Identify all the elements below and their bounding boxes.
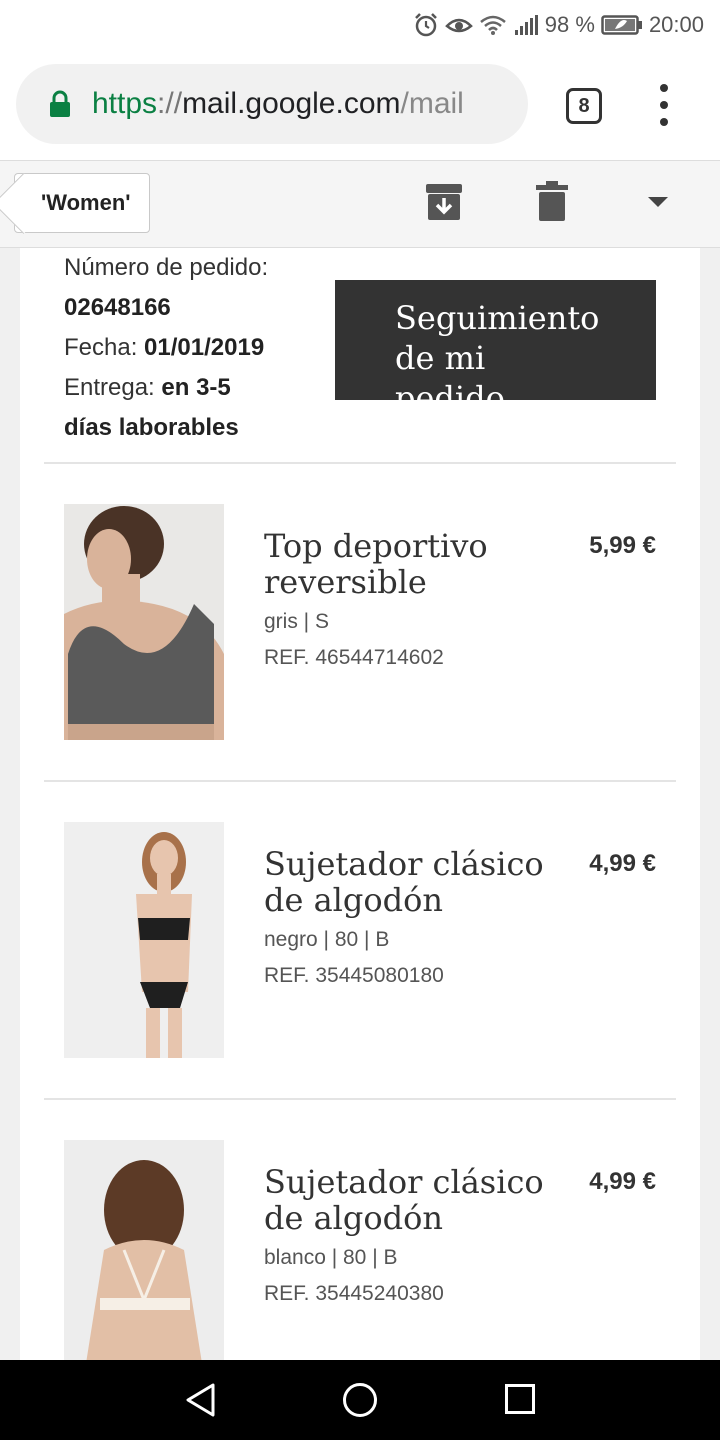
divider — [44, 780, 676, 782]
back-icon[interactable] — [185, 1383, 217, 1417]
eye-comfort-icon — [444, 18, 473, 33]
product-name[interactable]: Sujetador clásico de algodón — [264, 846, 564, 918]
url-host: mail.google.com — [182, 87, 401, 120]
order-number-label: Número de pedido: — [64, 254, 269, 281]
order-date-label: Fecha: — [64, 334, 138, 361]
browser-menu-button[interactable] — [650, 84, 678, 126]
url-scheme: https — [92, 87, 158, 120]
lock-icon — [50, 90, 70, 117]
product-name[interactable]: Top deportivo reversible — [264, 528, 564, 600]
divider — [44, 1098, 676, 1100]
url-path: /mail — [400, 87, 464, 120]
tab-count: 8 — [578, 94, 590, 117]
product-ref: REF. 35445240380 — [264, 1282, 444, 1305]
product-ref: REF. 46544714602 — [264, 646, 444, 669]
url-text: https://mail.google.com/mail — [92, 87, 464, 121]
recent-apps-icon[interactable] — [505, 1384, 535, 1414]
menu-dot-icon — [660, 101, 668, 109]
tab-switcher-button[interactable]: 8 — [566, 88, 602, 124]
product-name[interactable]: Sujetador clásico de algodón — [264, 1164, 564, 1236]
browser-toolbar: https://mail.google.com/mail 8 — [0, 50, 720, 160]
product-price: 5,99 € — [589, 532, 656, 559]
system-nav-bar — [0, 1360, 720, 1440]
product-variant: gris | S — [264, 610, 329, 633]
wifi-icon — [479, 15, 506, 35]
delivery-time: en 3-5 — [161, 374, 231, 401]
battery-percent: 98 % — [544, 12, 595, 37]
email-body: Número de pedido: 02648166 Fecha: 01/01/… — [0, 248, 720, 1360]
trash-icon[interactable] — [536, 181, 568, 221]
clock: 20:00 — [648, 12, 704, 37]
back-to-label-button[interactable]: 'Women' — [14, 173, 150, 233]
delivery-time-unit: días laborables — [64, 414, 239, 441]
dropdown-arrow-icon[interactable] — [648, 197, 668, 207]
product-item[interactable]: Sujetador clásico de algodón 4,99 € blan… — [64, 1140, 656, 1360]
status-bar: 98 % 20:00 — [0, 0, 720, 50]
archive-icon[interactable] — [425, 183, 463, 221]
product-image[interactable] — [64, 1140, 224, 1360]
product-image[interactable] — [64, 822, 224, 1058]
label-name: 'Women' — [41, 190, 131, 215]
email-card: Número de pedido: 02648166 Fecha: 01/01/… — [20, 248, 700, 1360]
product-variant: negro | 80 | B — [264, 928, 390, 951]
delivery-label: Entrega: — [64, 374, 155, 401]
order-date: 01/01/2019 — [144, 334, 265, 361]
product-price: 4,99 € — [589, 850, 656, 877]
product-variant: blanco | 80 | B — [264, 1246, 398, 1269]
battery-icon — [601, 15, 642, 35]
signal-icon — [514, 15, 538, 35]
order-info: Número de pedido: 02648166 Fecha: 01/01/… — [64, 248, 344, 448]
product-price: 4,99 € — [589, 1168, 656, 1195]
menu-dot-icon — [660, 118, 668, 126]
url-separator: :// — [157, 87, 183, 120]
product-item[interactable]: Top deportivo reversible 5,99 € gris | S… — [64, 504, 656, 744]
divider — [44, 462, 676, 464]
home-icon[interactable] — [343, 1383, 377, 1417]
product-ref: REF. 35445080180 — [264, 964, 444, 987]
mail-toolbar: 'Women' — [0, 160, 720, 248]
address-bar[interactable]: https://mail.google.com/mail — [16, 64, 528, 144]
track-order-button[interactable]: Seguimiento de mi pedido — [335, 280, 656, 417]
menu-dot-icon — [660, 84, 668, 92]
product-item[interactable]: Sujetador clásico de algodón 4,99 € negr… — [64, 822, 656, 1062]
order-number: 02648166 — [64, 294, 171, 321]
product-image[interactable] — [64, 504, 224, 740]
alarm-icon — [414, 13, 437, 37]
